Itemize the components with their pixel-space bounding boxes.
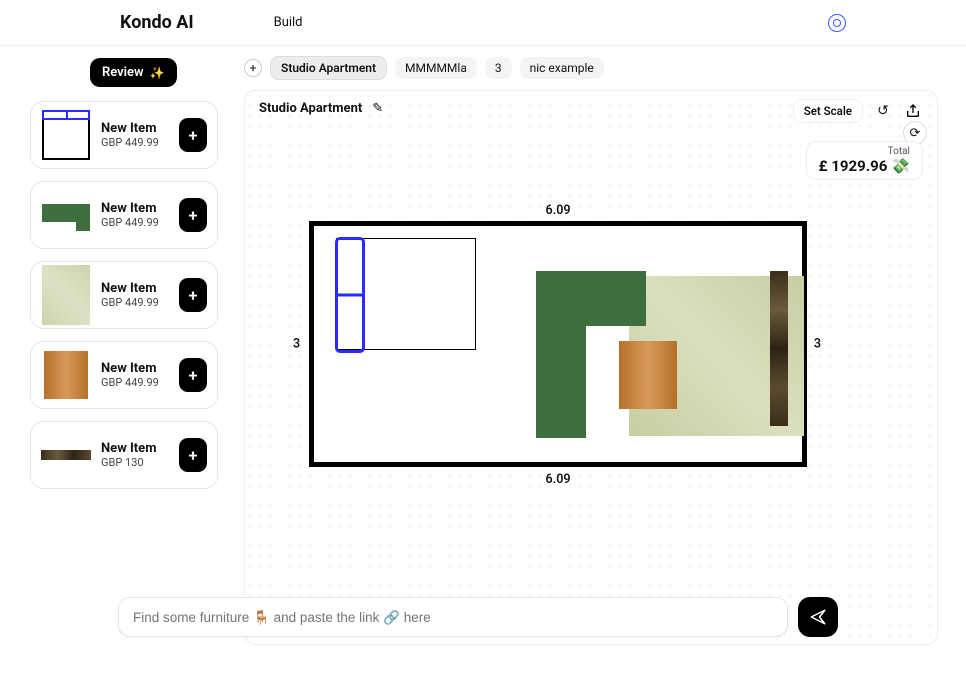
send-button[interactable] [798,597,838,637]
item-info: New Item GBP 449.99 [101,121,169,149]
workspace: + Studio Apartment MMMMMla 3 nic example… [230,46,966,677]
account-icon[interactable] [828,14,846,32]
sparkle-icon: ✨ [150,66,165,80]
furniture-rug-small[interactable] [619,341,677,409]
input-bar [118,597,838,637]
canvas-header: Studio Apartment ✎ [259,101,383,116]
item-thumb-wood-rug [41,350,91,400]
dimension-top: 6.09 [546,203,571,218]
item-name: New Item [101,201,169,216]
furniture-sofa[interactable] [536,271,646,326]
review-label: Review [102,65,144,80]
item-info: New Item GBP 449.99 [101,281,169,309]
dimension-right: 3 [814,337,821,352]
item-thumb-bed [41,110,91,160]
dimension-left: 3 [293,337,300,352]
canvas[interactable]: Studio Apartment ✎ Set Scale ↺ ⟳ Total £… [244,90,938,645]
item-thumb-rug [41,270,91,320]
tab-studio-apartment[interactable]: Studio Apartment [270,56,387,80]
item-name: New Item [101,441,169,456]
item-thumb-runner [41,430,91,480]
item-name: New Item [101,361,169,376]
set-scale-button[interactable]: Set Scale [793,99,863,123]
tab-mmmmmla[interactable]: MMMMMla [395,57,477,79]
canvas-tools: Set Scale ↺ ⟳ [793,99,923,123]
item-price: GBP 449.99 [101,136,169,149]
dimension-bottom: 6.09 [546,472,571,487]
edit-title-icon[interactable]: ✎ [372,101,383,116]
item-price: GBP 130 [101,456,169,469]
add-item-button[interactable]: + [179,278,207,312]
review-button[interactable]: Review ✨ [90,58,177,87]
item-name: New Item [101,281,169,296]
item-price: GBP 449.99 [101,296,169,309]
tabs-row: + Studio Apartment MMMMMla 3 nic example [244,56,938,80]
total-label: Total [819,146,910,157]
item-thumb-sofa [41,190,91,240]
add-item-button[interactable]: + [179,358,207,392]
nav-build[interactable]: Build [274,15,303,30]
item-card[interactable]: New Item GBP 449.99 + [30,341,218,409]
item-card[interactable]: New Item GBP 130 + [30,421,218,489]
canvas-title: Studio Apartment [259,101,362,116]
item-card[interactable]: New Item GBP 449.99 + [30,101,218,169]
undo-icon[interactable]: ↺ [873,101,893,121]
item-info: New Item GBP 449.99 [101,201,169,229]
item-info: New Item GBP 449.99 [101,361,169,389]
share-icon[interactable] [903,101,923,121]
brand-logo: Kondo AI [120,12,194,33]
item-card[interactable]: New Item GBP 449.99 + [30,181,218,249]
item-price: GBP 449.99 [101,216,169,229]
app-header: Kondo AI Build [0,0,966,46]
item-card[interactable]: New Item GBP 449.99 + [30,261,218,329]
sidebar: Review ✨ New Item GBP 449.99 + New Item … [0,46,230,677]
room-outline[interactable] [309,221,807,467]
furniture-bed[interactable] [336,238,476,350]
tab-nic-example[interactable]: nic example [520,57,604,79]
add-item-button[interactable]: + [179,438,207,472]
item-name: New Item [101,121,169,136]
add-item-button[interactable]: + [179,118,207,152]
total-value: £ 1929.96 [819,157,888,175]
furniture-runner[interactable] [770,271,788,426]
new-tab-button[interactable]: + [244,59,262,77]
money-icon: 💸 [891,157,910,175]
room-area[interactable]: 6.09 6.09 3 3 [309,221,807,467]
item-price: GBP 449.99 [101,376,169,389]
total-box: Total £ 1929.96 💸 [806,141,923,180]
add-item-button[interactable]: + [179,198,207,232]
item-info: New Item GBP 130 [101,441,169,469]
furniture-link-input[interactable] [118,597,788,637]
tab-3[interactable]: 3 [485,57,512,79]
